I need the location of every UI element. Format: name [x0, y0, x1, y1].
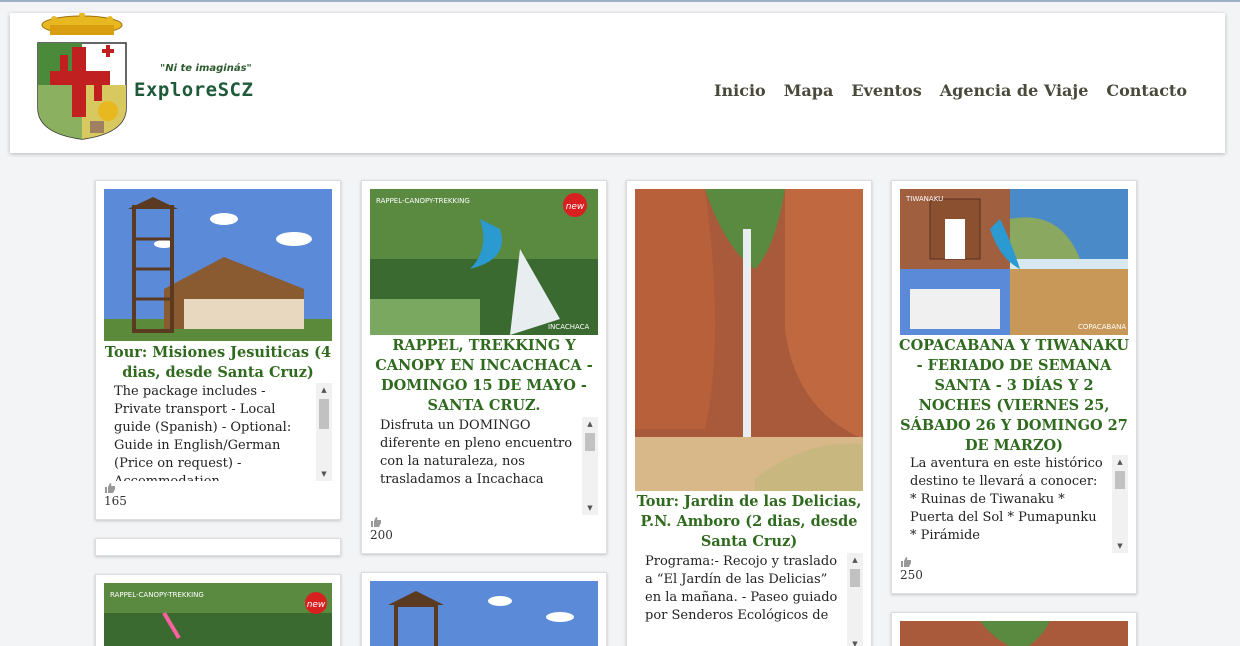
tour-title[interactable]: COPACABANA Y TIWANAKU - FERIADO DE SEMAN…: [896, 336, 1132, 456]
coat-of-arms-logo[interactable]: [32, 13, 132, 143]
tour-image-copacabana[interactable]: TIWANAKU COPACABANA: [900, 189, 1128, 335]
main-nav: Inicio Mapa Eventos Agencia de Viaje Con…: [714, 81, 1187, 100]
description-scrollbar[interactable]: ▲ ▼: [1112, 455, 1128, 553]
scroll-thumb[interactable]: [319, 399, 329, 429]
description-scrollbar[interactable]: ▲ ▼: [316, 383, 332, 481]
tagline: "Ni te imaginás": [160, 63, 252, 74]
nav-contacto[interactable]: Contacto: [1106, 81, 1187, 100]
tour-description[interactable]: The package includes - Private transport…: [104, 383, 332, 481]
image-caption: COPACABANA: [1078, 323, 1126, 331]
tour-card: [891, 612, 1137, 646]
like-count[interactable]: 165: [104, 483, 127, 508]
tour-title[interactable]: RAPPEL, TREKKING Y CANOPY EN INCACHACA -…: [366, 336, 602, 416]
tour-image-incachaca[interactable]: new RAPPEL-CANOPY-TREKKING INCACHACA: [370, 189, 598, 335]
description-scrollbar[interactable]: ▲ ▼: [847, 553, 863, 646]
scroll-down-icon[interactable]: ▼: [847, 637, 863, 646]
thumbs-up-icon: [371, 517, 381, 527]
like-count[interactable]: 250: [900, 557, 923, 582]
scroll-up-icon[interactable]: ▲: [582, 417, 598, 431]
scroll-down-icon[interactable]: ▼: [316, 467, 332, 481]
tour-card: Tour: Misiones Jesuiticas (4 dias, desde…: [95, 180, 341, 520]
tour-card: TIWANAKU COPACABANA COPACABANA Y TIWANAK…: [891, 180, 1137, 594]
scroll-up-icon[interactable]: ▲: [1112, 455, 1128, 469]
like-count-value: 165: [104, 494, 127, 508]
tour-title[interactable]: Tour: Misiones Jesuiticas (4 dias, desde…: [100, 343, 336, 383]
scroll-thumb[interactable]: [850, 569, 860, 587]
image-caption: RAPPEL-CANOPY-TREKKING: [110, 591, 204, 599]
site-header: "Ni te imaginás" ExploreSCZ Inicio Mapa …: [10, 13, 1225, 153]
thumbs-up-icon: [901, 557, 911, 567]
like-count[interactable]: 200: [370, 517, 393, 542]
empty-card: [95, 538, 341, 556]
tour-description-text: Disfruta un DOMINGO diferente en pleno e…: [380, 418, 573, 487]
scroll-up-icon[interactable]: ▲: [316, 383, 332, 397]
like-count-value: 200: [370, 528, 393, 542]
nav-agencia-de-viaje[interactable]: Agencia de Viaje: [940, 81, 1089, 100]
tour-card: Tour: Jardin de las Delicias, P.N. Ambor…: [626, 180, 872, 646]
tour-card: new RAPPEL-CANOPY-TREKKING INCACHACA RAP…: [361, 180, 607, 554]
nav-eventos[interactable]: Eventos: [851, 81, 921, 100]
brand-name[interactable]: ExploreSCZ: [134, 79, 253, 101]
scroll-down-icon[interactable]: ▼: [582, 501, 598, 515]
scroll-thumb[interactable]: [1115, 471, 1125, 489]
tour-description[interactable]: Disfruta un DOMINGO diferente en pleno e…: [370, 417, 598, 515]
scroll-up-icon[interactable]: ▲: [847, 553, 863, 567]
tour-title[interactable]: Tour: Jardin de las Delicias, P.N. Ambor…: [631, 492, 867, 552]
image-caption: RAPPEL-CANOPY-TREKKING: [376, 197, 470, 205]
tour-description[interactable]: La aventura en este histórico destino te…: [900, 455, 1128, 553]
description-scrollbar[interactable]: ▲ ▼: [582, 417, 598, 515]
tour-description-text: The package includes - Private transport…: [114, 384, 292, 481]
thumbs-up-icon: [105, 483, 115, 493]
like-count-value: 250: [900, 568, 923, 582]
scroll-down-icon[interactable]: ▼: [1112, 539, 1128, 553]
tour-description-text: La aventura en este histórico destino te…: [910, 456, 1103, 543]
nav-inicio[interactable]: Inicio: [714, 81, 766, 100]
tour-description[interactable]: Programa:- Recojo y traslado a “El Jardí…: [635, 553, 863, 646]
scroll-thumb[interactable]: [585, 433, 595, 451]
image-caption: INCACHACA: [548, 323, 590, 331]
tour-image-jardin-delicias[interactable]: [900, 621, 1128, 646]
tour-image-incachaca[interactable]: new RAPPEL-CANOPY-TREKKING: [104, 583, 332, 646]
tour-card: new RAPPEL-CANOPY-TREKKING: [95, 574, 341, 646]
tour-image-jardin-delicias[interactable]: [635, 189, 863, 491]
tour-image-misiones[interactable]: [370, 581, 598, 646]
new-badge: new: [566, 202, 585, 212]
image-caption: TIWANAKU: [905, 195, 943, 203]
nav-mapa[interactable]: Mapa: [784, 81, 834, 100]
tour-image-misiones[interactable]: [104, 189, 332, 341]
tour-card: [361, 572, 607, 646]
tour-description-text: Programa:- Recojo y traslado a “El Jardí…: [645, 554, 838, 623]
new-badge: new: [307, 600, 326, 610]
